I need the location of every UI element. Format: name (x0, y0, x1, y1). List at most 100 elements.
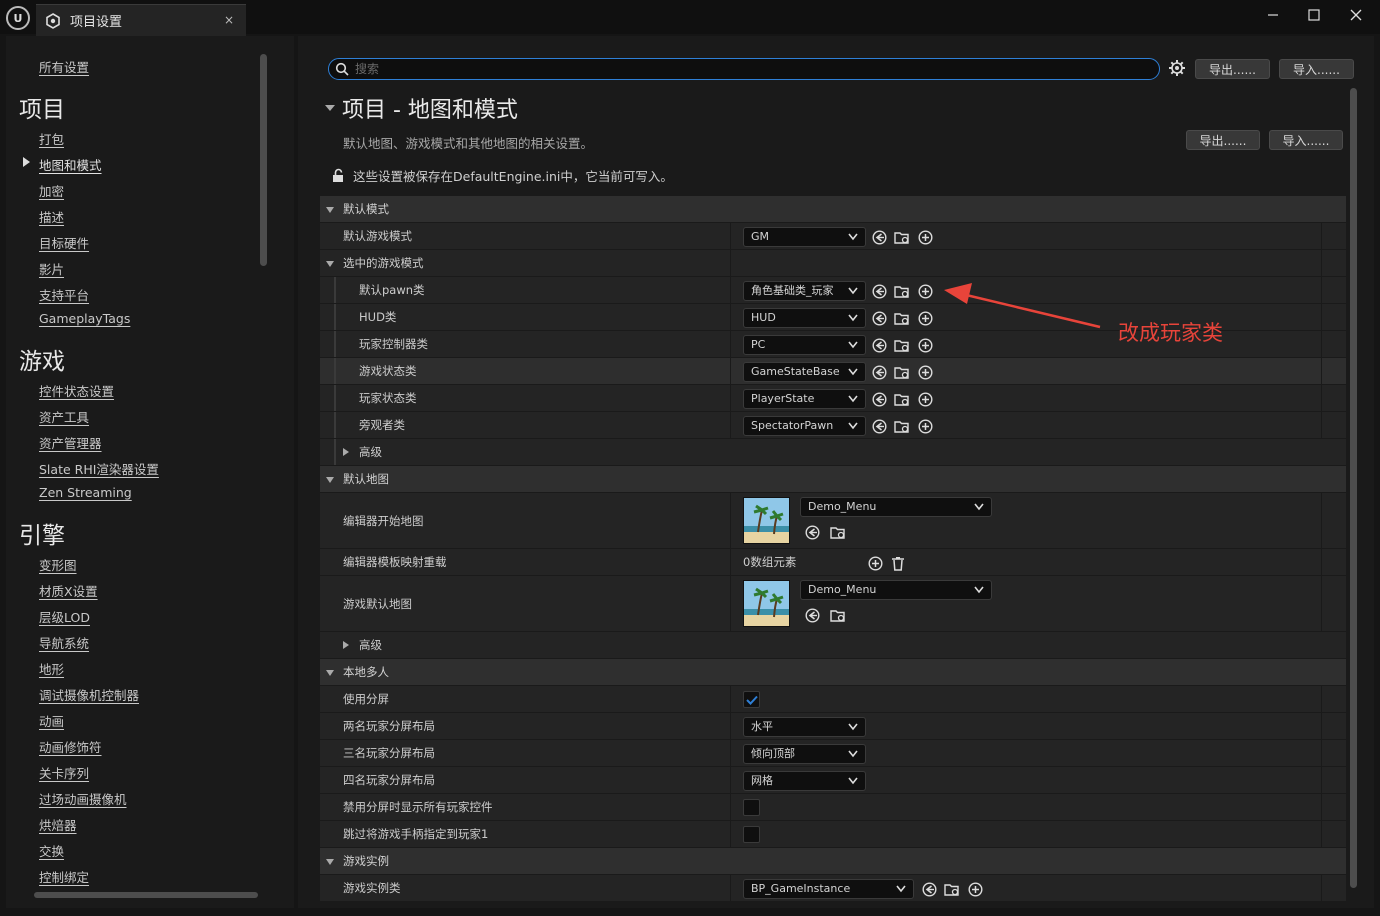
four-player-layout-combo[interactable]: 网格 (743, 771, 866, 791)
row-advanced-2[interactable]: 高级 (320, 632, 1346, 659)
use-selected-icon[interactable] (871, 364, 887, 380)
trash-icon[interactable] (890, 555, 906, 571)
tab-close-icon[interactable]: × (224, 13, 234, 27)
sidebar-item-anim-modifiers[interactable]: 动画修饰符 (39, 737, 102, 756)
use-selected-icon[interactable] (871, 418, 887, 434)
category-selected-game-mode[interactable]: 选中的游戏模式 (320, 250, 1346, 277)
use-splitscreen-checkbox[interactable] (743, 691, 760, 708)
sidebar-item-movies[interactable]: 影片 (39, 259, 64, 278)
sidebar-item-asset-manager[interactable]: 资产管理器 (39, 433, 102, 452)
sidebar-item-interchange[interactable]: 交换 (39, 841, 64, 860)
use-selected-icon[interactable] (804, 524, 820, 540)
sidebar-item-morph[interactable]: 变形图 (39, 555, 77, 574)
use-selected-icon[interactable] (871, 310, 887, 326)
default-game-mode-combo[interactable]: GM (743, 227, 866, 247)
browse-folder-icon[interactable] (894, 283, 910, 299)
add-icon[interactable] (917, 337, 933, 353)
add-icon[interactable] (917, 364, 933, 380)
row-game-default-map: 游戏默认地图 Demo_Menu (320, 576, 1346, 632)
add-icon[interactable] (917, 418, 933, 434)
sidebar-item-description[interactable]: 描述 (39, 207, 64, 226)
sidebar-item-landscape[interactable]: 地形 (39, 659, 64, 678)
sidebar-item-target-hardware[interactable]: 目标硬件 (39, 233, 89, 252)
editor-startup-map-combo[interactable]: Demo_Menu (800, 497, 992, 517)
toolbar-import-button[interactable]: 导入...... (1279, 59, 1354, 79)
browse-folder-icon[interactable] (830, 524, 846, 540)
export-button[interactable]: 导出...... (1186, 130, 1260, 150)
sidebar-item-asset-tools[interactable]: 资产工具 (39, 407, 89, 426)
gear-icon[interactable] (1168, 59, 1186, 77)
add-icon[interactable] (967, 881, 983, 897)
sidebar-item-cooker[interactable]: 烘焙器 (39, 815, 77, 834)
add-icon[interactable] (917, 310, 933, 326)
category-local-multiplayer[interactable]: 本地多人 (320, 659, 1346, 686)
browse-folder-icon[interactable] (894, 391, 910, 407)
main-scrollbar[interactable] (1350, 88, 1357, 888)
sidebar-item-level-sequence[interactable]: 关卡序列 (39, 763, 89, 782)
three-player-layout-combo[interactable]: 倾向顶部 (743, 744, 866, 764)
sidebar-item-control-rig[interactable]: 控制绑定 (39, 867, 89, 886)
map-thumbnail[interactable] (743, 580, 790, 627)
sidebar-item-packaging[interactable]: 打包 (39, 129, 64, 148)
add-icon[interactable] (917, 283, 933, 299)
row-advanced-1[interactable]: 高级 (320, 439, 1346, 466)
default-pawn-combo[interactable]: 角色基础类_玩家 (743, 281, 866, 301)
browse-folder-icon[interactable] (894, 364, 910, 380)
sidebar-item-navigation[interactable]: 导航系统 (39, 633, 89, 652)
import-button[interactable]: 导入...... (1269, 130, 1343, 150)
sidebar-item-slate-rhi[interactable]: Slate RHI渲染器设置 (39, 459, 159, 478)
player-state-combo[interactable]: PlayerState (743, 389, 866, 409)
maximize-button[interactable] (1301, 4, 1327, 26)
use-selected-icon[interactable] (871, 229, 887, 245)
hud-combo[interactable]: HUD (743, 308, 866, 328)
use-selected-icon[interactable] (871, 337, 887, 353)
category-game-instance[interactable]: 游戏实例 (320, 848, 1346, 875)
sidebar-item-supported-platforms[interactable]: 支持平台 (39, 285, 89, 304)
use-selected-icon[interactable] (921, 881, 937, 897)
browse-folder-icon[interactable] (830, 607, 846, 623)
browse-folder-icon[interactable] (894, 337, 910, 353)
use-selected-icon[interactable] (871, 391, 887, 407)
add-icon[interactable] (917, 391, 933, 407)
spectator-combo[interactable]: SpectatorPawn (743, 416, 866, 436)
skip-gamepad-checkbox[interactable] (743, 826, 760, 843)
sidebar-item-encryption[interactable]: 加密 (39, 181, 64, 200)
add-element-icon[interactable] (867, 555, 883, 571)
browse-folder-icon[interactable] (894, 310, 910, 326)
sidebar-all-settings[interactable]: 所有设置 (39, 57, 89, 76)
search-input[interactable] (355, 62, 1159, 76)
sidebar-item-debug-camera[interactable]: 调试摄像机控制器 (39, 685, 139, 704)
sidebar-item-materialx[interactable]: 材质X设置 (39, 581, 98, 600)
sidebar-item-zen-streaming[interactable]: Zen Streaming (39, 485, 132, 500)
game-instance-combo[interactable]: BP_GameInstance (743, 879, 914, 899)
minimize-button[interactable] (1260, 4, 1286, 26)
sidebar-item-animation[interactable]: 动画 (39, 711, 64, 730)
use-selected-icon[interactable] (804, 607, 820, 623)
toolbar-export-button[interactable]: 导出...... (1195, 59, 1270, 79)
browse-folder-icon[interactable] (894, 229, 910, 245)
tab-project-settings[interactable]: 项目设置 × (36, 4, 246, 36)
add-icon[interactable] (917, 229, 933, 245)
two-player-layout-combo[interactable]: 水平 (743, 717, 866, 737)
disable-splitscreen-widgets-checkbox[interactable] (743, 799, 760, 816)
sidebar-item-maps-modes[interactable]: 地图和模式 (39, 155, 102, 174)
browse-folder-icon[interactable] (944, 881, 960, 897)
use-selected-icon[interactable] (871, 283, 887, 299)
unreal-logo-icon[interactable]: U (6, 6, 30, 30)
sidebar-item-cine-camera[interactable]: 过场动画摄像机 (39, 789, 127, 808)
close-window-button[interactable] (1343, 4, 1369, 26)
search-box[interactable] (328, 58, 1160, 80)
category-default-modes[interactable]: 默认模式 (320, 196, 1346, 223)
game-default-map-combo[interactable]: Demo_Menu (800, 580, 992, 600)
game-state-combo[interactable]: GameStateBase (743, 362, 866, 382)
sidebar-item-widget-state[interactable]: 控件状态设置 (39, 381, 114, 400)
category-default-maps[interactable]: 默认地图 (320, 466, 1346, 493)
player-controller-combo[interactable]: PC (743, 335, 866, 355)
browse-folder-icon[interactable] (894, 418, 910, 434)
sidebar-item-hlod[interactable]: 层级LOD (39, 607, 90, 626)
map-thumbnail[interactable] (743, 497, 790, 544)
sidebar-horizontal-scrollbar[interactable] (34, 892, 258, 898)
sidebar-item-gameplay-tags[interactable]: GameplayTags (39, 311, 130, 326)
collapse-title-icon[interactable] (325, 105, 335, 111)
sidebar-scrollbar[interactable] (260, 54, 267, 266)
